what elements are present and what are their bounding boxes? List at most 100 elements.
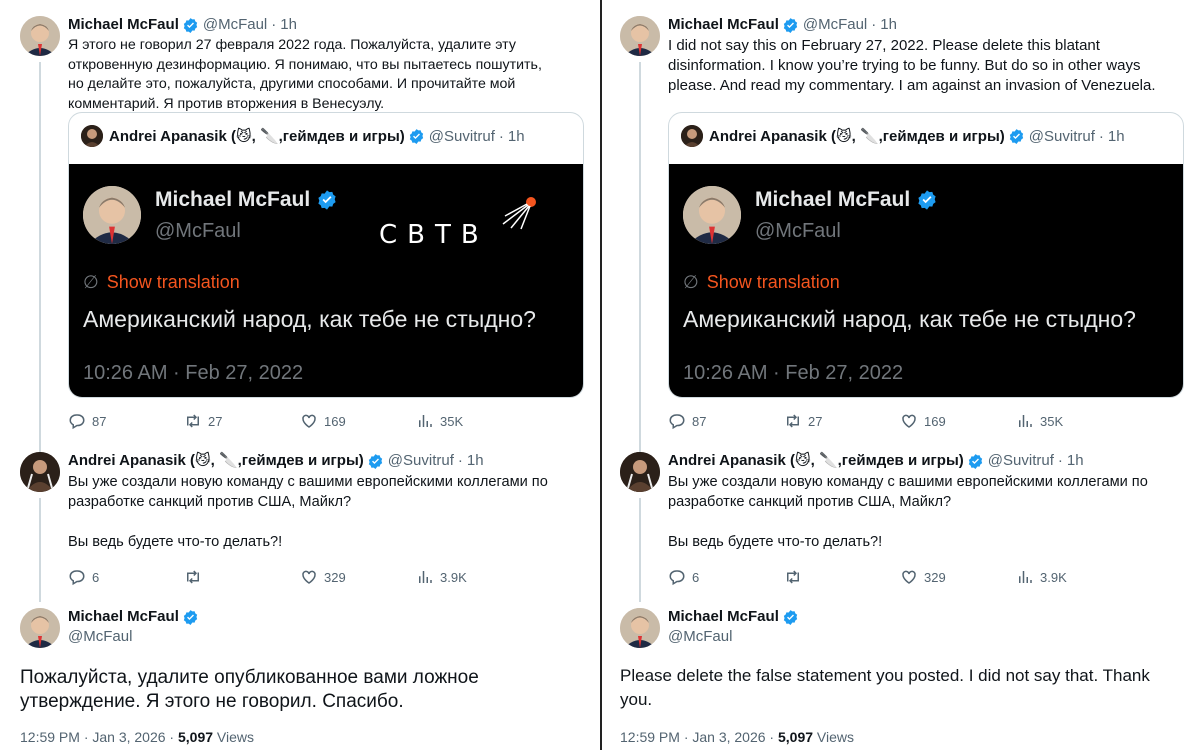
views-label: Views xyxy=(813,729,855,745)
separator-dot: · xyxy=(871,16,877,33)
post-time[interactable]: 1h xyxy=(1067,452,1084,470)
avatar[interactable] xyxy=(20,452,60,492)
tweet-text: Вы уже создали новую команду с вашими ев… xyxy=(668,474,1148,550)
view-count: 35K xyxy=(1040,413,1064,429)
avatar[interactable] xyxy=(620,16,660,56)
views-icon xyxy=(419,415,432,427)
verified-icon xyxy=(368,453,382,469)
reply-button[interactable]: 6 xyxy=(668,568,784,586)
verified-icon xyxy=(409,128,423,144)
main-tweet-meta: 12:59 PM · Jan 3, 2026 · 5,097 Views xyxy=(620,729,854,745)
main-timestamp[interactable]: 12:59 PM · Jan 3, 2026 · xyxy=(620,729,778,745)
author-handle[interactable]: @McFaul xyxy=(803,16,867,34)
verified-icon xyxy=(783,17,798,33)
image-timestamp: 10:26 AM · Feb 27, 2022 xyxy=(683,362,904,384)
views-button[interactable]: 35K xyxy=(416,412,463,430)
like-button[interactable]: 329 xyxy=(300,568,416,586)
verified-icon xyxy=(968,453,982,469)
avatar[interactable] xyxy=(620,452,660,492)
retweet-icon xyxy=(787,570,799,584)
author-handle[interactable]: @McFaul xyxy=(68,628,132,646)
views-button[interactable]: 3.9K xyxy=(1016,568,1067,586)
verified-icon xyxy=(318,190,336,210)
quoted-image[interactable]: Michael McFaul @McFaul ∅ Show translation… xyxy=(669,164,1183,397)
view-count: 3.9K xyxy=(440,569,467,585)
like-button[interactable]: 329 xyxy=(900,568,1016,586)
reply-button[interactable]: 87 xyxy=(668,412,784,430)
quoted-tweet[interactable]: Andrei Apanasik (😼, 🔪,геймдев и игры) @S… xyxy=(668,112,1184,398)
author-handle[interactable]: @McFaul xyxy=(203,16,267,34)
retweet-button[interactable] xyxy=(784,568,900,586)
like-icon xyxy=(902,570,916,584)
view-count: 3.9K xyxy=(1040,569,1067,585)
left-panel: Michael McFaul @McFaul · 1h Я этого не г… xyxy=(0,0,600,750)
tweet-text: I did not say this on February 27, 2022.… xyxy=(668,37,1156,94)
quote-time: 1h xyxy=(507,127,525,145)
main-tweet-meta: 12:59 PM · Jan 3, 2026 · 5,097 Views xyxy=(20,729,254,745)
retweet-button[interactable]: 27 xyxy=(184,412,300,430)
quoted-image[interactable]: Michael McFaul @McFaul СВТВ ∅ Show transl… xyxy=(69,164,583,397)
separator-dot: · xyxy=(271,16,277,33)
reply-count: 87 xyxy=(92,413,107,429)
author-handle[interactable]: @Suvitruf xyxy=(388,452,454,470)
tweet-text: Вы уже создали новую команду с вашими ев… xyxy=(68,474,548,550)
quote-author-name[interactable]: Andrei Apanasik (😼, 🔪,геймдев и игры) xyxy=(709,127,1005,145)
quote-author-handle[interactable]: @Suvitruf xyxy=(429,128,495,145)
quote-author-handle[interactable]: @Suvitruf xyxy=(1029,128,1095,145)
post-time[interactable]: 1h xyxy=(467,452,484,470)
reply-button[interactable]: 6 xyxy=(68,568,184,586)
reply-icon xyxy=(69,570,85,586)
verified-icon xyxy=(183,609,198,625)
avatar[interactable] xyxy=(620,608,660,648)
reply-count: 6 xyxy=(92,569,100,585)
views-button[interactable]: 35K xyxy=(1016,412,1063,430)
right-panel: Michael McFaul @McFaul · 1h I did not sa… xyxy=(602,0,1200,750)
author-name[interactable]: Michael McFaul xyxy=(668,16,779,34)
author-name[interactable]: Michael McFaul xyxy=(668,608,779,626)
translate-icon: ∅ xyxy=(83,272,99,292)
views-button[interactable]: 3.9K xyxy=(416,568,467,586)
author-handle[interactable]: @McFaul xyxy=(668,628,732,646)
retweet-icon xyxy=(187,414,199,428)
retweet-button[interactable] xyxy=(184,568,300,586)
retweet-icon xyxy=(187,570,199,584)
retweet-button[interactable]: 27 xyxy=(784,412,900,430)
thread-line xyxy=(39,62,41,454)
like-button[interactable]: 169 xyxy=(300,412,416,430)
like-icon xyxy=(302,414,316,428)
image-author-name: Michael McFaul xyxy=(755,188,942,212)
author-name[interactable]: Michael McFaul xyxy=(68,16,179,34)
like-button[interactable]: 169 xyxy=(900,412,1016,430)
quoted-tweet[interactable]: Andrei Apanasik (😼, 🔪,геймдев и игры) @S… xyxy=(68,112,584,398)
views-label: Views xyxy=(213,729,255,745)
action-bar: 6 329 3.9K xyxy=(668,568,1184,586)
main-timestamp[interactable]: 12:59 PM · Jan 3, 2026 · xyxy=(20,729,178,745)
retweet-icon xyxy=(787,414,799,428)
image-author-name: Michael McFaul xyxy=(155,188,342,212)
like-count: 329 xyxy=(324,569,346,585)
show-translation: ∅ Show translation xyxy=(83,272,240,292)
author-name[interactable]: Andrei Apanasik (😼, 🔪,геймдев и игры) xyxy=(68,452,364,470)
quote-author-name[interactable]: Andrei Apanasik (😼, 🔪,геймдев и игры) xyxy=(109,127,405,145)
post-time[interactable]: 1h xyxy=(280,16,297,34)
reply-icon xyxy=(669,570,685,586)
image-author-handle: @McFaul xyxy=(755,220,841,242)
reply-icon xyxy=(669,414,685,430)
author-name[interactable]: Michael McFaul xyxy=(68,608,179,626)
like-count: 169 xyxy=(324,413,346,429)
avatar xyxy=(683,186,741,244)
avatar[interactable] xyxy=(20,16,60,56)
post-time[interactable]: 1h xyxy=(880,16,897,34)
tweet-text: Я этого не говорил 27 февраля 2022 года.… xyxy=(68,37,542,112)
show-translation: ∅ Show translation xyxy=(683,272,840,292)
author-name[interactable]: Andrei Apanasik (😼, 🔪,геймдев и игры) xyxy=(668,452,964,470)
avatar[interactable] xyxy=(20,608,60,648)
image-text: Американский народ, как тебе не стыдно? xyxy=(683,306,1136,332)
reply-button[interactable]: 87 xyxy=(68,412,184,430)
avatar xyxy=(681,125,703,147)
separator-dot: · xyxy=(457,452,463,469)
image-text: Американский народ, как тебе не стыдно? xyxy=(83,306,536,332)
author-handle[interactable]: @Suvitruf xyxy=(988,452,1054,470)
main-view-count: 5,097 xyxy=(777,729,814,745)
main-tweet-text: Please delete the false statement you po… xyxy=(620,666,1150,709)
